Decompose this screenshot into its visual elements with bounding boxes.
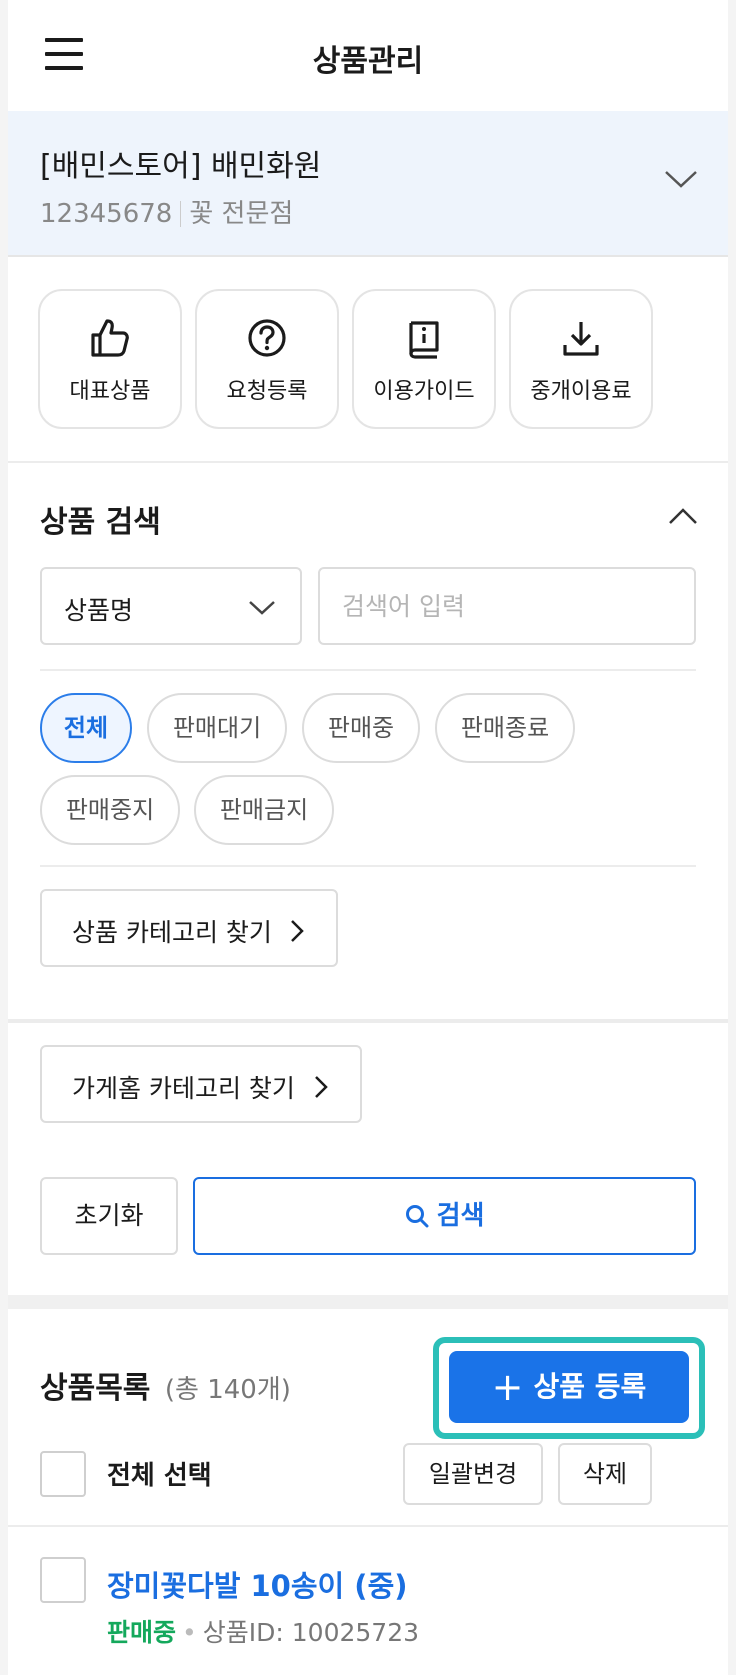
home-category-search-button[interactable]: 가게홈 카테고리 찾기: [40, 1045, 362, 1123]
search-icon: [405, 1205, 429, 1228]
category-search-button[interactable]: 상품 카테고리 찾기: [40, 889, 338, 967]
search-title: 상품 검색: [40, 505, 161, 540]
search-button[interactable]: 검색: [193, 1177, 696, 1255]
status-badge: 판매중: [107, 1618, 177, 1647]
quick-btn-guide[interactable]: 이용가이드: [352, 289, 496, 429]
chevron-up-icon[interactable]: [668, 507, 698, 525]
product-list-section: 상품목록 (총 140개) + 상품 등록 전체 선택 일괄변경 삭제 장미꽃다발…: [8, 1309, 728, 1675]
chevron-right-icon: [291, 920, 304, 942]
chip-suspended[interactable]: 판매중지: [40, 775, 180, 845]
add-product-label: 상품 등록: [533, 1370, 647, 1403]
category-search-label: 상품 카테고리 찾기: [72, 918, 272, 947]
thumbs-up-icon: [91, 319, 129, 357]
divider: [40, 865, 696, 867]
section-gap: [8, 1295, 728, 1309]
main-content: 상품관리 [배민스토어] 배민화원 12345678 꽃 전문점 대표상품 요청…: [8, 0, 728, 1675]
product-name[interactable]: 장미꽃다발 10송이 (중): [107, 1563, 408, 1605]
search-field-select[interactable]: 상품명: [40, 567, 302, 645]
app-screen: 상품관리 [배민스토어] 배민화원 12345678 꽃 전문점 대표상품 요청…: [0, 0, 736, 1675]
search-section: 상품 검색 상품명 전체 판매대기 판매중 판매종료 판매중지 판매금지 상품 …: [8, 463, 728, 1019]
right-frame: [728, 0, 736, 1675]
chevron-right-icon: [315, 1076, 328, 1098]
store-category: 꽃 전문점: [189, 199, 294, 229]
store-id: 12345678: [40, 199, 173, 229]
search-input[interactable]: [318, 567, 696, 645]
select-all-checkbox[interactable]: [40, 1451, 86, 1497]
quick-btn-fee[interactable]: 중개이용료: [509, 289, 653, 429]
store-meta: 12345678 꽃 전문점: [40, 193, 293, 230]
search-actions: 가게홈 카테고리 찾기 초기화 검색: [8, 1019, 728, 1295]
quick-btn-label: 대표상품: [69, 379, 151, 404]
search-field-value: 상품명: [64, 596, 134, 625]
product-list-title: 상품목록 (총 140개): [40, 1363, 291, 1407]
chip-pending[interactable]: 판매대기: [147, 693, 287, 763]
list-count: (총 140개): [164, 1375, 291, 1405]
quick-menu: 대표상품 요청등록 이용가이드 중개이용료: [8, 257, 728, 463]
divider: [8, 1525, 728, 1527]
quick-btn-label: 요청등록: [226, 379, 308, 404]
store-selector[interactable]: [배민스토어] 배민화원 12345678 꽃 전문점: [8, 111, 728, 257]
search-button-label: 검색: [436, 1201, 485, 1231]
product-checkbox[interactable]: [40, 1557, 86, 1603]
product-meta: 판매중 • 상품ID: 10025723: [107, 1613, 419, 1649]
select-all-label: 전체 선택: [107, 1461, 212, 1491]
chevron-down-icon: [249, 601, 275, 615]
plus-icon: +: [491, 1365, 524, 1409]
left-frame: [0, 0, 8, 1675]
store-name: [배민스토어] 배민화원: [40, 149, 322, 184]
chip-all[interactable]: 전체: [40, 693, 132, 763]
quick-btn-label: 이용가이드: [373, 379, 475, 404]
reset-button[interactable]: 초기화: [40, 1177, 178, 1255]
meta-separator: [180, 201, 182, 227]
meta-dot: •: [182, 1618, 197, 1647]
app-header: 상품관리: [8, 0, 728, 111]
question-circle-icon: [248, 319, 286, 357]
quick-btn-featured[interactable]: 대표상품: [38, 289, 182, 429]
quick-btn-label: 중개이용료: [530, 379, 632, 404]
chip-banned[interactable]: 판매금지: [194, 775, 334, 845]
chip-on-sale[interactable]: 판매중: [302, 693, 420, 763]
chip-ended[interactable]: 판매종료: [435, 693, 575, 763]
page-title: 상품관리: [312, 44, 424, 79]
guide-book-icon: [409, 321, 439, 359]
list-title-text: 상품목록: [40, 1371, 151, 1406]
product-id: 상품ID: 10025723: [202, 1618, 420, 1647]
download-icon: [563, 322, 599, 356]
delete-button[interactable]: 삭제: [558, 1443, 652, 1505]
quick-btn-request[interactable]: 요청등록: [195, 289, 339, 429]
add-product-button[interactable]: + 상품 등록: [449, 1351, 689, 1423]
home-category-label: 가게홈 카테고리 찾기: [72, 1074, 295, 1103]
divider: [40, 669, 696, 671]
bulk-edit-button[interactable]: 일괄변경: [403, 1443, 543, 1505]
chevron-down-icon[interactable]: [664, 169, 698, 189]
